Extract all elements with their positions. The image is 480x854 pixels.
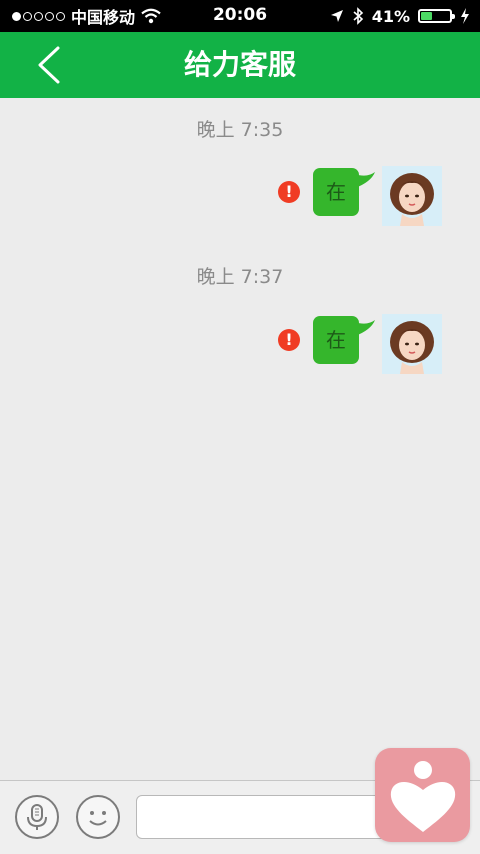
microphone-icon bbox=[27, 804, 47, 830]
message-bubble[interactable]: 在 bbox=[313, 168, 359, 216]
location-arrow-icon bbox=[330, 10, 343, 22]
chat-message: ! 在 bbox=[270, 314, 470, 378]
floating-heart-button[interactable] bbox=[375, 748, 470, 842]
chat-timestamp: 晚上 7:37 bbox=[196, 266, 284, 288]
page-title: 给力客服 bbox=[183, 48, 296, 81]
emoji-button[interactable] bbox=[76, 795, 120, 839]
message-input[interactable] bbox=[136, 795, 396, 839]
send-failed-icon[interactable]: ! bbox=[278, 181, 300, 203]
avatar[interactable] bbox=[382, 166, 442, 226]
chat-message: ! 在 bbox=[270, 166, 470, 230]
battery-fill bbox=[421, 12, 433, 20]
user-avatar-icon bbox=[382, 314, 442, 374]
bluetooth-icon bbox=[353, 7, 363, 25]
voice-button[interactable] bbox=[15, 795, 59, 839]
status-right: 41% bbox=[330, 5, 470, 27]
user-avatar-icon bbox=[382, 166, 442, 226]
status-bar: 中国移动 20:06 41% bbox=[0, 0, 480, 32]
heart-icon bbox=[390, 761, 456, 832]
battery-icon bbox=[418, 9, 455, 23]
charging-bolt-icon bbox=[461, 8, 469, 24]
bubble-tail bbox=[355, 172, 375, 188]
bubble-tail bbox=[355, 320, 375, 336]
chat-timestamp: 晚上 7:35 bbox=[196, 119, 284, 141]
battery-percent: 41% bbox=[371, 6, 410, 26]
avatar[interactable] bbox=[382, 314, 442, 374]
nav-bar: 给力客服 bbox=[0, 32, 480, 98]
message-bubble[interactable]: 在 bbox=[313, 316, 359, 364]
smiley-icon bbox=[89, 811, 107, 826]
send-failed-icon[interactable]: ! bbox=[278, 329, 300, 351]
